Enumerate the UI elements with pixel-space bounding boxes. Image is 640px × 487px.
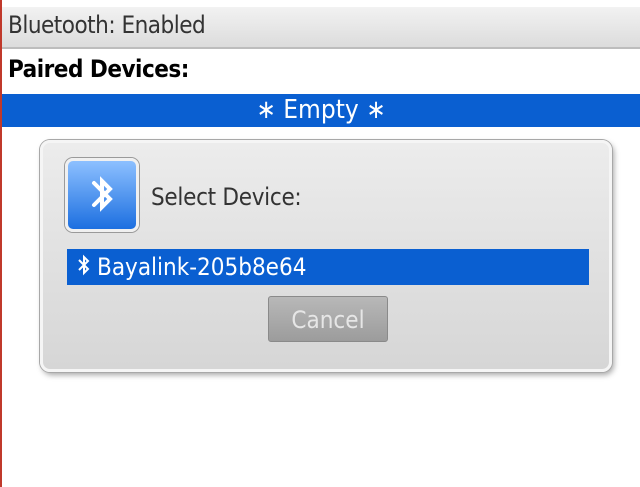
title-bar: Bluetooth: Enabled bbox=[2, 7, 640, 49]
page-title: Bluetooth: Enabled bbox=[8, 11, 206, 39]
bluetooth-icon bbox=[65, 158, 139, 232]
cancel-button[interactable]: Cancel bbox=[268, 296, 388, 342]
bluetooth-screen: Bluetooth: Enabled Paired Devices: ∗ Emp… bbox=[0, 0, 640, 487]
device-name: Bayalink-205b8e64 bbox=[97, 253, 307, 281]
paired-devices-label: Paired Devices: bbox=[8, 55, 189, 83]
device-list-item[interactable]: Bayalink-205b8e64 bbox=[67, 249, 589, 285]
bluetooth-icon bbox=[77, 250, 91, 286]
dialog-title: Select Device: bbox=[151, 183, 302, 211]
paired-devices-empty-item[interactable]: ∗ Empty ∗ bbox=[2, 94, 640, 127]
screen-edge bbox=[0, 0, 2, 487]
select-device-dialog: Select Device: Bayalink-205b8e64 Cancel bbox=[40, 140, 612, 372]
